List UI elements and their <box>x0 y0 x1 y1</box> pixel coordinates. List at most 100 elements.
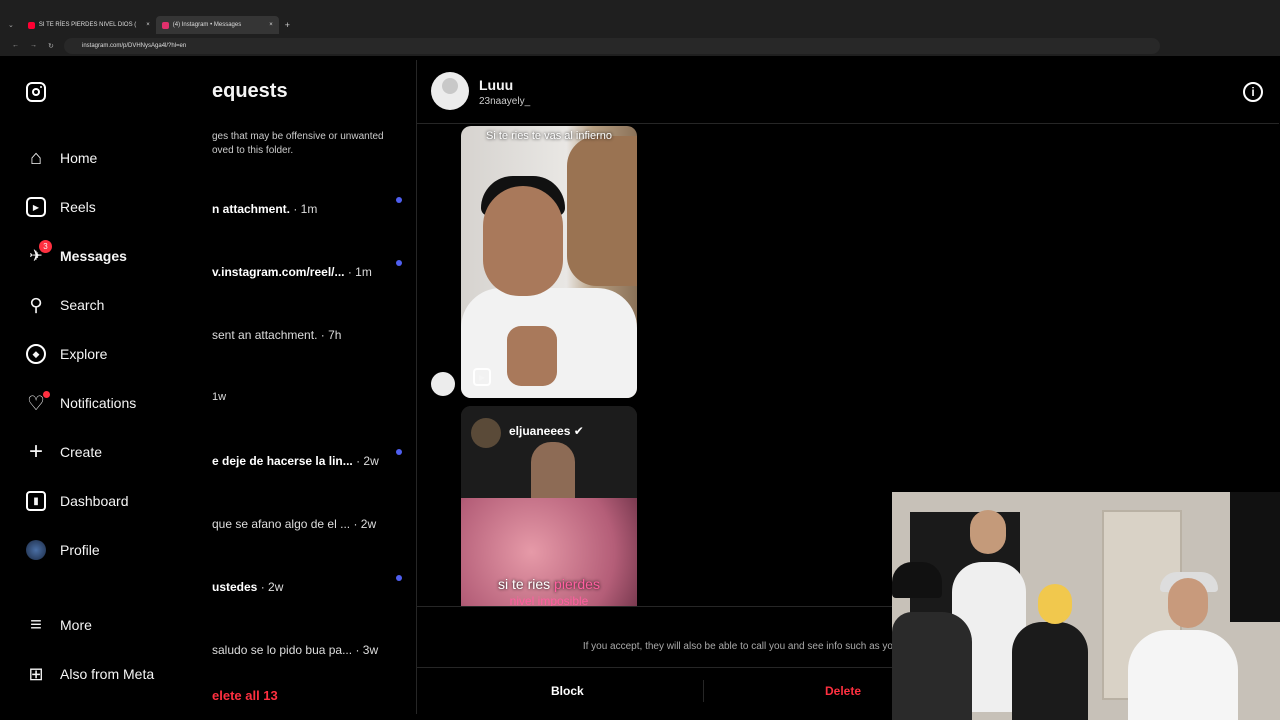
sidebar-item-more[interactable]: ≡ More <box>26 613 92 637</box>
tab-strip: ⌄ SI TE RÍES PIERDES NIVEL DIOS ( × (4) … <box>0 16 1280 34</box>
person-body <box>1128 630 1238 720</box>
forward-icon[interactable]: → <box>30 42 37 49</box>
back-icon[interactable]: ← <box>12 42 19 49</box>
message-requests-panel: equests ges that may be offensive or unw… <box>212 60 416 714</box>
reel-caption-accent: pierdes <box>554 576 600 592</box>
sidebar-item-reels[interactable]: ▶ Reels <box>26 195 96 219</box>
chat-name[interactable]: Luuu <box>479 77 513 93</box>
sidebar-item-create[interactable]: + Create <box>26 438 103 465</box>
reload-icon[interactable]: ↻ <box>48 42 54 50</box>
request-preview: saludo se lo pido bua pa... <box>212 643 353 657</box>
sidebar-item-label: More <box>60 617 92 633</box>
conversation-header: Luuu 23naayely_ i <box>417 60 1279 124</box>
request-row[interactable]: saludo se lo pido bua pa... · 3w <box>212 643 402 657</box>
close-icon[interactable]: × <box>269 22 273 28</box>
tab-label: SI TE RÍES PIERDES NIVEL DIOS ( <box>38 22 137 28</box>
request-preview: n attachment. <box>212 202 291 216</box>
request-row[interactable]: sent an attachment. · 7h <box>212 328 402 342</box>
sidebar-item-home[interactable]: ⌂ Home <box>26 146 97 170</box>
sidebar-item-notifications[interactable]: ♡ Notifications <box>26 391 136 415</box>
unread-dot <box>396 575 402 581</box>
messenger-icon: ✈ 3 <box>26 240 52 266</box>
shared-reel[interactable]: Si te ries te vas al infierno ▶ <box>461 126 637 398</box>
address-bar[interactable]: instagram.com/p/DVHNysAga4l/?hl=en <box>64 38 1160 54</box>
accept-description: If you accept, they will also be able to… <box>582 641 893 652</box>
sidebar-item-search[interactable]: ⚲ Search <box>26 293 104 317</box>
close-icon[interactable]: × <box>146 22 150 28</box>
reel-thumbnail-hands <box>507 326 557 386</box>
request-row[interactable]: v.instagram.com/reel/... · 1m <box>212 265 402 279</box>
delete-all-button[interactable]: elete all 13 <box>212 688 278 703</box>
block-button[interactable]: Block <box>551 684 584 698</box>
sidebar-item-label: Home <box>60 150 98 166</box>
sidebar-item-label: Reels <box>60 199 96 215</box>
person-head <box>1038 584 1072 624</box>
unread-dot <box>396 197 402 203</box>
reel-header: eljuaneees ✔ <box>461 406 637 498</box>
dark-panel <box>1230 492 1280 622</box>
profile-avatar <box>26 540 46 560</box>
reel-caption-part: si te ries <box>498 576 555 592</box>
requests-title: equests <box>212 80 288 102</box>
reel-caption: Si te ries te vas al infierno <box>486 130 612 142</box>
avatar[interactable] <box>431 72 469 110</box>
reel-caption-line2: nivel imposible <box>509 594 589 606</box>
instagram-favicon-icon <box>161 21 169 29</box>
reels-icon: ▶ <box>473 368 491 386</box>
browser-chrome: ⌄ SI TE RÍES PIERDES NIVEL DIOS ( × (4) … <box>0 0 1280 56</box>
sidebar-item-profile[interactable]: Profile <box>26 538 100 562</box>
sidebar-item-dashboard[interactable]: ▮ Dashboard <box>26 489 129 513</box>
request-row[interactable]: 1w <box>212 391 402 403</box>
unread-dot <box>396 260 402 266</box>
shared-reel[interactable]: eljuaneees ✔ si te ries pierdes nivel im… <box>461 406 637 606</box>
instagram-logo-icon[interactable] <box>26 82 46 102</box>
request-row[interactable]: n attachment. · 1m <box>212 202 402 216</box>
reel-caption: si te ries pierdes <box>461 576 637 592</box>
request-row[interactable]: que se afano algo de el ... · 2w <box>212 517 402 531</box>
sidebar-item-label: Also from Meta <box>60 666 155 682</box>
request-preview: e deje de hacerse la lin... <box>212 454 353 468</box>
sidebar-item-messages[interactable]: ✈ 3 Messages <box>26 240 127 268</box>
person-body <box>1012 622 1088 720</box>
plus-icon: + <box>28 438 43 465</box>
search-icon: ⚲ <box>29 294 43 315</box>
notification-badge: 3 <box>39 240 52 253</box>
webcam-overlay <box>892 492 1280 720</box>
sidebar-item-label: Notifications <box>60 395 137 411</box>
reel-thumbnail-figure <box>567 136 637 286</box>
tab-youtube[interactable]: SI TE RÍES PIERDES NIVEL DIOS ( × <box>22 16 156 34</box>
sidebar-item-label: Explore <box>60 346 108 362</box>
delete-button[interactable]: Delete <box>825 684 861 698</box>
requests-description: ges that may be offensive or unwanted ov… <box>212 131 384 156</box>
request-time: · 1m <box>290 202 318 216</box>
request-time: · 2w <box>257 580 284 594</box>
avatar <box>471 418 501 448</box>
tab-search-icon[interactable]: ⌄ <box>0 21 22 29</box>
request-preview: sent an attachment. <box>212 328 318 342</box>
request-time: 1w <box>212 391 227 403</box>
request-time: · 7h <box>317 328 342 342</box>
person-head <box>970 510 1006 554</box>
verified-icon: ✔ <box>573 424 584 438</box>
reel-account-name: eljuaneees ✔ <box>509 424 584 438</box>
unread-dot <box>396 449 402 455</box>
youtube-favicon-icon <box>27 21 35 29</box>
reel-account-name-text: eljuaneees <box>509 424 571 438</box>
new-tab-button[interactable]: + <box>279 20 296 30</box>
request-row[interactable]: ustedes · 2w <box>212 580 402 594</box>
tab-instagram[interactable]: (4) Instagram • Messages × <box>155 16 279 34</box>
request-row[interactable]: e deje de hacerse la lin... · 2w <box>212 454 402 468</box>
request-time: · 2w <box>352 454 379 468</box>
reel-thumbnail-person <box>531 442 575 498</box>
person-body <box>892 612 972 720</box>
compass-icon: ◆ <box>26 344 46 364</box>
request-preview: ustedes <box>212 580 258 594</box>
sidebar-item-explore[interactable]: ◆ Explore <box>26 342 107 366</box>
sidebar-item-label: Create <box>60 444 103 460</box>
request-preview: que se afano algo de el ... <box>212 517 351 531</box>
chat-username: 23naayely_ <box>479 96 531 107</box>
sidebar-item-also-from-meta[interactable]: ⊞ Also from Meta <box>26 662 154 686</box>
info-icon[interactable]: i <box>1243 82 1263 102</box>
meta-apps-icon: ⊞ <box>28 663 44 684</box>
sidebar-item-label: Dashboard <box>60 493 129 509</box>
